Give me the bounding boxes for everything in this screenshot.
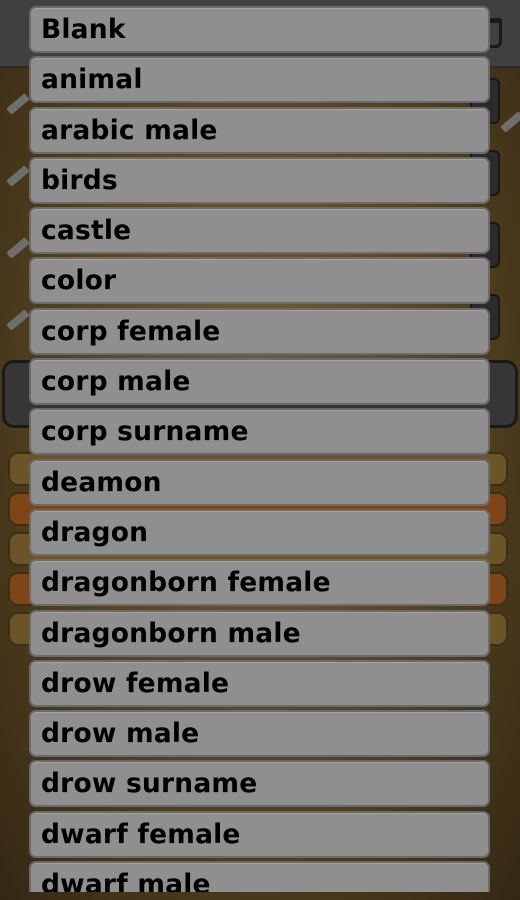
dropdown-item-birds[interactable]: birds <box>29 156 490 204</box>
dropdown-item-label: corp male <box>41 366 191 398</box>
dropdown-item-label: drow female <box>41 667 230 699</box>
dropdown-item-dragonborn-female[interactable]: dragonborn female <box>29 559 490 607</box>
dropdown-item-label: drow male <box>41 718 200 750</box>
dropdown-item-dwarf-female[interactable]: dwarf female <box>29 810 490 858</box>
dropdown-item-corp-female[interactable]: corp female <box>29 307 490 355</box>
dropdown-item-label: birds <box>41 164 118 196</box>
dropdown-item-arabic-male[interactable]: arabic male <box>29 106 490 154</box>
dropdown-item-dwarf-male[interactable]: dwarf male <box>29 861 490 892</box>
dropdown-item-label: dragonborn male <box>41 617 301 649</box>
dropdown-item-drow-male[interactable]: drow male <box>29 710 490 758</box>
dropdown-item-blank[interactable]: Blank <box>29 6 490 53</box>
dropdown-item-label: corp surname <box>41 416 249 448</box>
dropdown-item-label: dwarf female <box>41 818 241 850</box>
dropdown-item-drow-female[interactable]: drow female <box>29 659 490 707</box>
dropdown-item-drow-surname[interactable]: drow surname <box>29 760 490 808</box>
dropdown-item-color[interactable]: color <box>29 257 490 305</box>
dropdown-item-label: deamon <box>41 466 162 498</box>
dropdown-item-label: dragon <box>41 516 149 548</box>
dropdown-item-label: dragonborn female <box>41 567 331 599</box>
dropdown-item-deamon[interactable]: deamon <box>29 458 490 506</box>
dropdown-item-label: drow surname <box>41 768 258 800</box>
dropdown-item-animal[interactable]: animal <box>29 56 490 104</box>
dropdown-item-label: dwarf male <box>41 869 211 892</box>
dropdown-item-dragonborn-male[interactable]: dragonborn male <box>29 609 490 657</box>
dropdown-item-label: castle <box>41 215 132 247</box>
dropdown-item-label: Blank <box>41 14 126 45</box>
dropdown-item-label: animal <box>41 64 143 96</box>
template-dropdown[interactable]: Blank animal arabic male birds castle co… <box>29 6 490 892</box>
template-list: Blank animal arabic male birds castle co… <box>29 6 490 892</box>
dropdown-item-corp-male[interactable]: corp male <box>29 358 490 406</box>
dropdown-item-label: corp female <box>41 315 221 347</box>
dropdown-item-castle[interactable]: castle <box>29 207 490 255</box>
dropdown-item-label: color <box>41 265 117 297</box>
dropdown-item-label: arabic male <box>41 114 218 146</box>
dropdown-item-corp-surname[interactable]: corp surname <box>29 408 490 456</box>
dropdown-item-dragon[interactable]: dragon <box>29 508 490 556</box>
